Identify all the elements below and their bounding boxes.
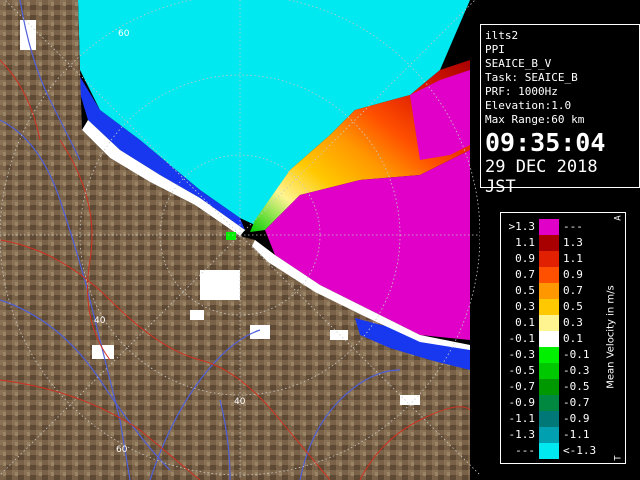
legend-low-value: -0.3	[508, 348, 536, 361]
legend-high-value: ---	[563, 220, 583, 233]
legend-low-value: 0.1	[515, 316, 535, 329]
legend-row: -0.5 -0.3	[501, 363, 601, 379]
legend-low-value: -1.3	[508, 428, 536, 441]
legend-high-value: -0.7	[563, 396, 590, 409]
scan-name: SEAICE_B_V	[485, 57, 552, 70]
legend-row: 0.3 0.5	[501, 299, 601, 315]
legend-title-box: Mean Velocity in m/s	[601, 219, 621, 455]
velocity-legend: >1.3 --- 1.1 1.3 0.9 1.1 0.7 0.9 0.5 0.7 0.3 0.5 0.1…	[500, 212, 626, 464]
legend-low-value: -1.1	[508, 412, 536, 425]
legend-high-value: -1.1	[563, 428, 590, 441]
legend-color-swatch	[539, 267, 559, 283]
legend-row: -0.1 0.1	[501, 331, 601, 347]
legend-color-swatch	[539, 379, 559, 395]
legend-row: -0.3 -0.1	[501, 347, 601, 363]
legend-row: 0.5 0.7	[501, 283, 601, 299]
legend-row: -0.9 -0.7	[501, 395, 601, 411]
legend-row: 1.1 1.3	[501, 235, 601, 251]
legend-high-value: 0.7	[563, 284, 583, 297]
legend-corner-bottom: T	[613, 455, 624, 461]
legend-color-swatch	[539, 395, 559, 411]
legend-high-value: -0.9	[563, 412, 590, 425]
ring-label-40-west: 40	[94, 316, 106, 326]
max-range-value: Max Range:60 km	[485, 113, 585, 126]
legend-high-value: 1.3	[563, 236, 583, 249]
legend-high-value: <-1.3	[563, 444, 597, 457]
ring-label-60-north: 60	[118, 29, 130, 39]
scan-time: 09:35:04	[485, 128, 606, 157]
legend-low-value: -0.9	[508, 396, 536, 409]
legend-color-swatch	[539, 411, 559, 427]
elevation-value: Elevation:1.0	[485, 99, 572, 112]
legend-color-swatch	[539, 283, 559, 299]
legend-color-swatch	[539, 315, 559, 331]
legend-low-value: 0.7	[515, 268, 535, 281]
station-name: ilts2	[485, 29, 519, 42]
legend-color-swatch	[539, 331, 559, 347]
legend-low-value: -0.7	[508, 380, 536, 393]
legend-high-value: 0.9	[563, 268, 583, 281]
legend-row: --- <-1.3	[501, 443, 601, 459]
legend-color-swatch	[539, 299, 559, 315]
legend-low-value: >1.3	[508, 220, 536, 233]
legend-color-swatch	[539, 363, 559, 379]
legend-title: Mean Velocity in m/s	[605, 285, 617, 389]
legend-high-value: -0.5	[563, 380, 590, 393]
prf-value: PRF: 1000Hz	[485, 85, 558, 98]
legend-high-value: -0.1	[563, 348, 590, 361]
legend-low-value: ---	[515, 444, 535, 457]
legend-color-swatch	[539, 235, 559, 251]
legend-high-value: 1.1	[563, 252, 583, 265]
legend-row: -1.3 -1.1	[501, 427, 601, 443]
legend-row: -0.7 -0.5	[501, 379, 601, 395]
legend-high-value: -0.3	[563, 364, 590, 377]
legend-high-value: 0.3	[563, 316, 583, 329]
task-name: Task: SEAICE_B	[485, 71, 578, 84]
legend-low-value: 0.5	[515, 284, 535, 297]
legend-color-swatch	[539, 443, 559, 459]
legend-row: 0.9 1.1	[501, 251, 601, 267]
legend-color-swatch	[539, 251, 559, 267]
legend-row: -1.1 -0.9	[501, 411, 601, 427]
ring-label-60-south: 60	[116, 445, 128, 455]
legend-high-value: 0.5	[563, 300, 583, 313]
product-type: PPI	[485, 43, 505, 56]
legend-low-value: 0.3	[515, 300, 535, 313]
legend-color-swatch	[539, 219, 559, 235]
legend-low-value: -0.5	[508, 364, 536, 377]
clutter-green-spot	[226, 232, 236, 240]
legend-row: >1.3 ---	[501, 219, 601, 235]
legend-row: 0.7 0.9	[501, 267, 601, 283]
legend-color-swatch	[539, 347, 559, 363]
legend-high-value: 0.1	[563, 332, 583, 345]
legend-low-value: -0.1	[508, 332, 536, 345]
legend-low-value: 1.1	[515, 236, 535, 249]
legend-corner-top: A	[613, 215, 624, 221]
legend-color-swatch	[539, 427, 559, 443]
radar-info-panel: ilts2 PPI SEAICE_B_V Task: SEAICE_B PRF:…	[480, 24, 640, 197]
scan-date: 29 DEC 2018 JST	[485, 157, 598, 197]
legend-low-value: 0.9	[515, 252, 535, 265]
radar-ppi-map[interactable]: 60 40 40 60	[0, 0, 480, 480]
ring-label-40-south: 40	[234, 397, 246, 407]
legend-row: 0.1 0.3	[501, 315, 601, 331]
